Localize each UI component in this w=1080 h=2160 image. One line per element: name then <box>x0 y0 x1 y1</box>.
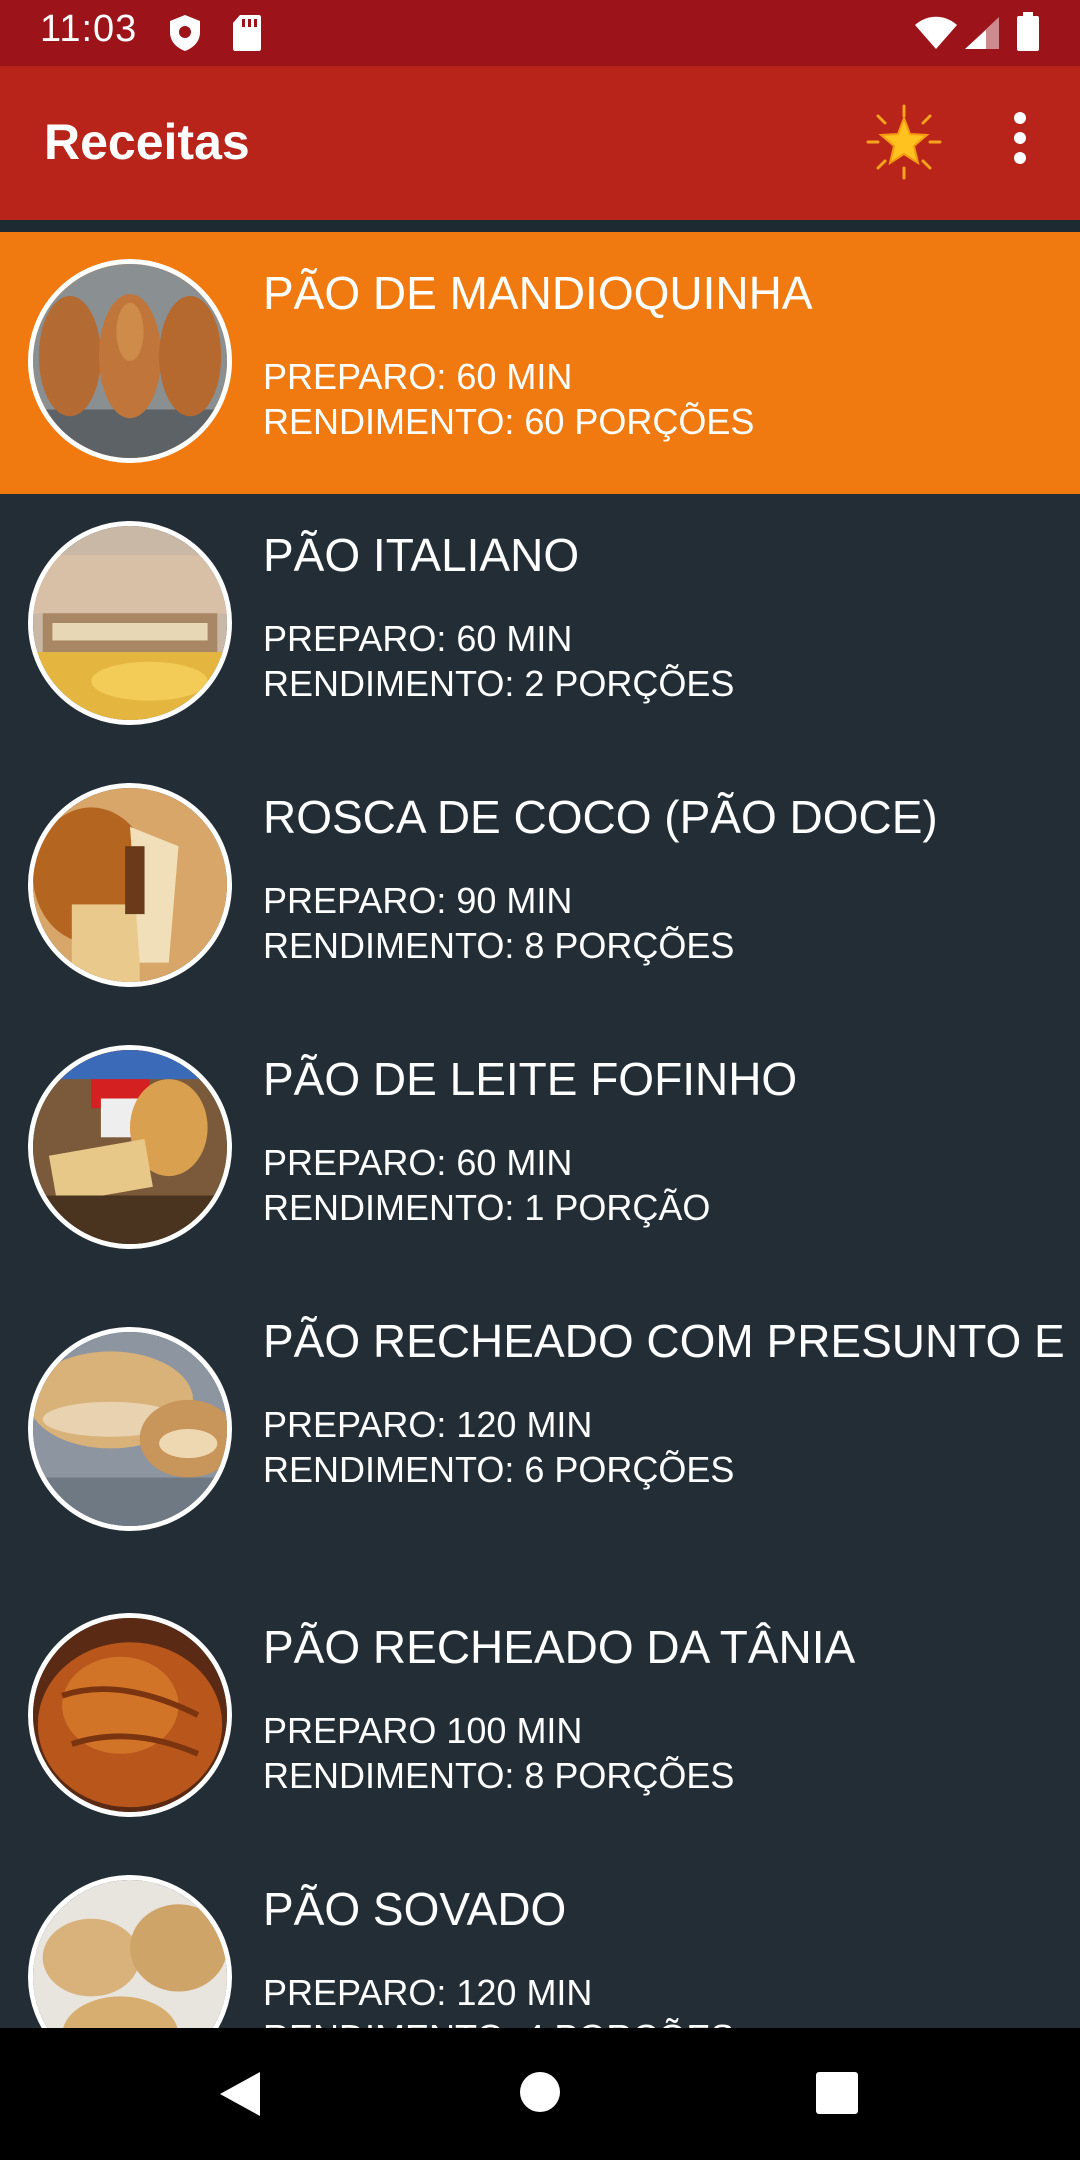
recipe-prep-time: PREPARO: 120 MIN <box>263 1972 593 2013</box>
signal-icon <box>964 16 1000 55</box>
recipe-name: ROSCA DE COCO (PÃO DOCE) <box>263 791 938 843</box>
recipe-yield: RENDIMENTO: 60 PORÇÕES <box>263 401 755 442</box>
status-bar: 11:03 <box>0 0 1080 66</box>
recents-icon[interactable] <box>816 2072 858 2114</box>
recipe-item[interactable]: PÃO ITALIANO PREPARO: 60 MIN RENDIMENTO:… <box>0 494 1080 756</box>
battery-icon <box>1016 12 1040 57</box>
recipe-item[interactable]: PÃO DE LEITE FOFINHO PREPARO: 60 MIN REN… <box>0 1018 1080 1280</box>
recipe-name: PÃO SOVADO <box>263 1883 567 1935</box>
recipe-thumbnail <box>28 1045 232 1249</box>
recipe-prep-time: PREPARO: 60 MIN <box>263 356 573 397</box>
recipe-name: PÃO DE LEITE FOFINHO <box>263 1053 798 1105</box>
recipe-name: PÃO RECHEADO COM PRESUNTO E <box>263 1315 1065 1367</box>
status-time: 11:03 <box>40 8 138 50</box>
recipe-prep-time: PREPARO: 60 MIN <box>263 618 573 659</box>
app-bar: Receitas <box>0 66 1080 220</box>
home-icon[interactable] <box>520 2072 560 2112</box>
recipe-prep-time: PREPARO 100 MIN <box>263 1710 583 1751</box>
recipe-yield: RENDIMENTO: 4 PORÇÕES <box>263 2017 734 2028</box>
recipe-thumbnail <box>28 521 232 725</box>
recipe-item[interactable]: ROSCA DE COCO (PÃO DOCE) PREPARO: 90 MIN… <box>0 756 1080 1018</box>
navigation-bar <box>0 2028 1080 2160</box>
recipe-name: PÃO ITALIANO <box>263 529 580 581</box>
recipe-thumbnail <box>28 1327 232 1531</box>
recipe-item[interactable]: PÃO DE MANDIOQUINHA PREPARO: 60 MIN REND… <box>0 232 1080 494</box>
recipe-yield: RENDIMENTO: 2 PORÇÕES <box>263 663 735 704</box>
recipe-thumbnail <box>28 783 232 987</box>
star-icon[interactable] <box>866 104 942 180</box>
recipe-yield: RENDIMENTO: 8 PORÇÕES <box>263 1755 735 1796</box>
back-icon[interactable] <box>218 2070 262 2123</box>
recipe-item[interactable]: PÃO SOVADO PREPARO: 120 MIN RENDIMENTO: … <box>0 1842 1080 2028</box>
recipe-name: PÃO RECHEADO DA TÂNIA <box>263 1621 856 1673</box>
recipe-item[interactable]: PÃO RECHEADO DA TÂNIA PREPARO 100 MIN RE… <box>0 1580 1080 1842</box>
recipe-item[interactable]: PÃO RECHEADO COM PRESUNTO E PREPARO: 120… <box>0 1280 1080 1580</box>
app-title: Receitas <box>44 114 250 170</box>
recipe-yield: RENDIMENTO: 6 PORÇÕES <box>263 1449 735 1490</box>
recipe-prep-time: PREPARO: 60 MIN <box>263 1142 573 1183</box>
recipe-yield: RENDIMENTO: 8 PORÇÕES <box>263 925 735 966</box>
recipe-list[interactable]: PÃO DE MANDIOQUINHA PREPARO: 60 MIN REND… <box>0 232 1080 2028</box>
app-bar-divider <box>0 220 1080 232</box>
recipe-name: PÃO DE MANDIOQUINHA <box>263 267 813 319</box>
recipe-thumbnail <box>28 1613 232 1817</box>
wifi-icon <box>914 16 958 55</box>
sd-card-icon <box>232 14 262 57</box>
recipe-thumbnail <box>28 1875 232 2028</box>
recipe-prep-time: PREPARO: 120 MIN <box>263 1404 593 1445</box>
shield-icon <box>168 14 202 57</box>
recipe-yield: RENDIMENTO: 1 PORÇÃO <box>263 1187 711 1228</box>
recipe-prep-time: PREPARO: 90 MIN <box>263 880 573 921</box>
recipe-thumbnail <box>28 259 232 463</box>
overflow-menu-icon[interactable] <box>1000 112 1040 172</box>
